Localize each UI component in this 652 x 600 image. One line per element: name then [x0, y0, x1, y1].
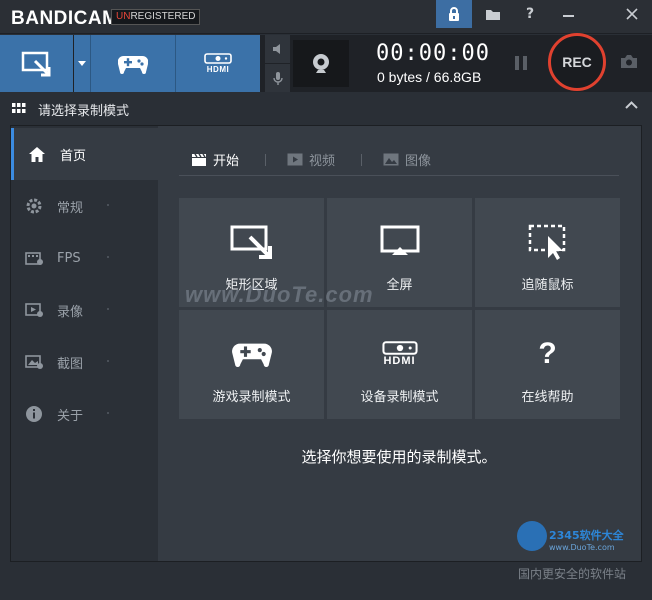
- sidebar-item-label: 截图: [57, 356, 84, 372]
- badge-highlight: UN: [116, 11, 131, 22]
- sidebar-item-label: 录像: [57, 304, 84, 320]
- rectangle-area-icon: [230, 222, 274, 262]
- help-icon: ?: [525, 6, 535, 22]
- home-icon: [26, 143, 48, 165]
- tile-game-mode[interactable]: 游戏录制模式: [179, 310, 324, 419]
- mode-dropdown-button[interactable]: [74, 35, 90, 92]
- gear-icon: [23, 195, 45, 217]
- record-button[interactable]: REC: [548, 33, 606, 91]
- tile-device-mode[interactable]: HDMI 设备录制模式: [327, 310, 472, 419]
- tile-label: 游戏录制模式: [212, 390, 291, 405]
- folder-icon: [486, 9, 500, 20]
- tile-label: 设备录制模式: [360, 390, 439, 405]
- question-icon: ?: [538, 337, 557, 370]
- close-button[interactable]: [614, 0, 650, 28]
- info-icon: [23, 403, 45, 425]
- lock-icon: [449, 6, 459, 21]
- app-logo: BANDICAM: [11, 8, 119, 29]
- minimize-button[interactable]: [550, 0, 586, 28]
- rectangle-mode-button[interactable]: [0, 35, 73, 92]
- lock-button[interactable]: [436, 0, 472, 28]
- title-bar: BANDICAM UNREGISTERED ?: [0, 0, 652, 34]
- recording-timer: 00:00:00: [376, 41, 490, 66]
- tab-video[interactable]: 视频: [287, 150, 335, 169]
- chevron-down-icon: [78, 61, 86, 66]
- hdmi-device-icon: [204, 53, 232, 64]
- registration-badge[interactable]: UNREGISTERED: [111, 9, 201, 25]
- gamepad-icon: [118, 55, 148, 74]
- hdmi-device-icon: HDMI: [381, 334, 419, 374]
- brand-watermark-url: www.DuoTe.com: [549, 543, 615, 552]
- chevron-up-icon[interactable]: [625, 101, 638, 109]
- minimize-icon: [562, 15, 574, 17]
- rectangle-area-icon: [21, 51, 50, 76]
- sidebar-item-label: FPS: [57, 250, 81, 266]
- folder-button[interactable]: [475, 0, 511, 28]
- help-button[interactable]: ?: [512, 0, 548, 28]
- pause-button[interactable]: [514, 55, 528, 75]
- sidebar-item-about[interactable]: 关于: [11, 388, 158, 440]
- sidebar-item-general[interactable]: 常规: [11, 180, 158, 232]
- microphone-icon: [272, 71, 283, 85]
- sidebar: 首页 常规 FPS 录像 截图 关于: [11, 126, 158, 561]
- tab-label: 开始: [213, 154, 240, 169]
- main-panel: 首页 常规 FPS 录像 截图 关于 开始 视频 图像 矩形区域 全屏 追随鼠标…: [10, 125, 642, 562]
- tab-label: 视频: [309, 154, 336, 169]
- video-settings-icon: [23, 299, 45, 321]
- mode-prompt-label: 请选择录制模式: [38, 104, 130, 119]
- sidebar-item-video[interactable]: 录像: [11, 284, 158, 336]
- image-icon: [383, 153, 399, 166]
- tab-start[interactable]: 开始: [191, 150, 239, 169]
- tile-label: 在线帮助: [521, 390, 574, 405]
- clapper-icon: [191, 153, 207, 167]
- close-icon: [626, 8, 638, 20]
- camera-icon: [621, 55, 637, 68]
- grid-icon: [12, 103, 26, 113]
- fps-icon: [23, 247, 45, 269]
- fullscreen-monitor-icon: [380, 222, 420, 262]
- bottom-watermark: 国内更安全的软件站: [518, 567, 627, 581]
- speaker-toggle-button[interactable]: [265, 35, 290, 63]
- sidebar-item-fps[interactable]: FPS: [11, 232, 158, 284]
- mode-selection-bar: 请选择录制模式: [0, 92, 652, 124]
- play-icon: [287, 153, 303, 166]
- hdmi-label: HDMI: [383, 355, 416, 367]
- hdmi-label: HDMI: [206, 65, 230, 74]
- tile-label: 全屏: [386, 278, 413, 293]
- pause-icon: [515, 56, 527, 70]
- tab-image[interactable]: 图像: [383, 150, 431, 169]
- sidebar-item-label: 首页: [60, 148, 87, 164]
- tile-label: 追随鼠标: [521, 278, 574, 293]
- mascot-icon: [517, 521, 547, 551]
- screenshot-button[interactable]: [620, 54, 638, 73]
- follow-mouse-icon: [528, 222, 568, 262]
- content-tabs: 开始 视频 图像: [179, 146, 619, 176]
- sidebar-item-screenshot[interactable]: 截图: [11, 336, 158, 388]
- duote-watermark: www.DuoTe.com: [185, 282, 374, 307]
- sidebar-item-home[interactable]: 首页: [11, 128, 158, 180]
- badge-rest: REGISTERED: [130, 11, 196, 22]
- file-size-readout: 0 bytes / 66.8GB: [377, 69, 482, 85]
- webcam-toggle-button[interactable]: [293, 40, 349, 87]
- device-mode-button[interactable]: HDMI: [176, 35, 260, 92]
- game-mode-button[interactable]: [91, 35, 175, 92]
- tile-follow-mouse[interactable]: 追随鼠标: [475, 198, 620, 307]
- microphone-toggle-button[interactable]: [265, 64, 290, 92]
- image-settings-icon: [23, 351, 45, 373]
- speaker-icon: [272, 44, 280, 54]
- sidebar-item-label: 常规: [57, 200, 84, 216]
- mode-tiles: 矩形区域 全屏 追随鼠标 游戏录制模式 HDMI 设备录制模式 ? 在线帮助: [179, 198, 620, 419]
- brand-watermark-name: 2345软件大全: [549, 529, 624, 542]
- tile-online-help[interactable]: ? 在线帮助: [475, 310, 620, 419]
- tab-label: 图像: [405, 154, 432, 169]
- sidebar-item-label: 关于: [57, 408, 84, 424]
- webcam-icon: [313, 53, 329, 73]
- gamepad-icon: [231, 334, 272, 374]
- mode-hint-text: 选择你想要使用的录制模式。: [301, 448, 497, 466]
